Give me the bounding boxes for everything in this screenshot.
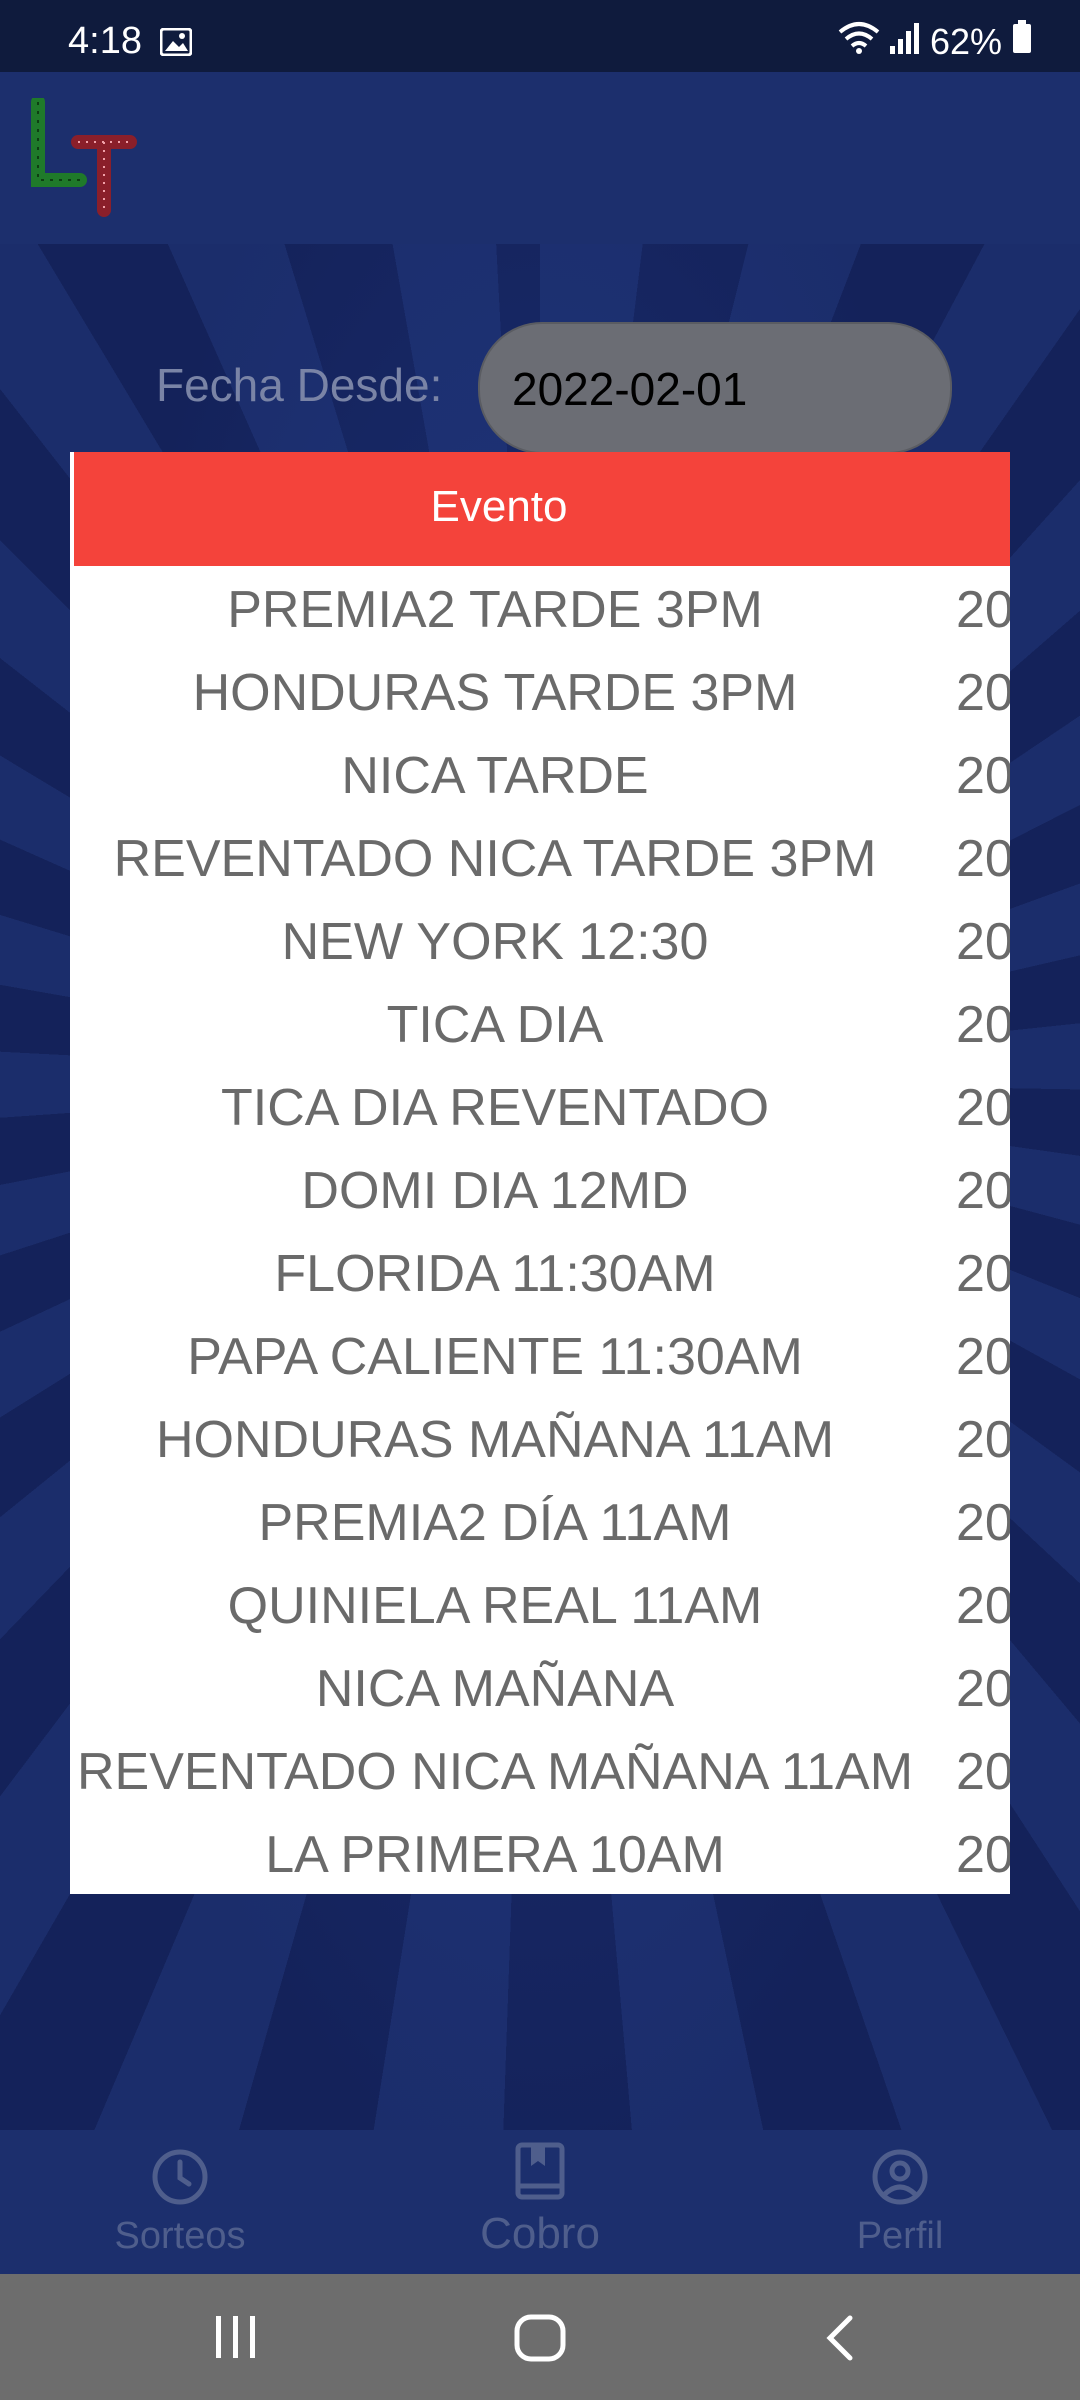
event-dialog: Evento PREMIA2 TARDE 3PM 20 HONDURAS TARD… [70,452,1010,1894]
clock-icon [151,2149,209,2210]
event-date: 20 [956,1826,1010,1884]
list-item[interactable]: NEW YORK 12:30 20 [70,898,1010,981]
event-date: 20 [956,747,1010,805]
event-name: PREMIA2 TARDE 3PM [227,581,763,639]
event-name: NEW YORK 12:30 [281,913,709,971]
nav-sorteos-label: Sorteos [114,2215,246,2257]
list-item[interactable]: TICA DIA 20 [70,981,1010,1064]
wifi-icon [838,20,880,63]
event-name: HONDURAS TARDE 3PM [192,664,798,722]
date-from-label: Fecha Desde: [156,359,443,411]
event-name: DOMI DIA 12MD [301,1162,689,1220]
list-item[interactable]: NICA MAÑANA 20 [70,1645,1010,1728]
event-date: 20 [956,1328,1010,1386]
event-date: 20 [956,830,1010,888]
nav-sorteos[interactable]: Sorteos [60,2148,300,2258]
recent-apps-icon[interactable] [212,2314,260,2365]
event-name: REVENTADO NICA MAÑANA 11AM [76,1743,914,1801]
event-date: 20 [956,1162,1010,1220]
signal-icon [889,21,920,63]
user-circle-icon [871,2149,929,2210]
battery-icon [1012,20,1032,63]
book-icon [515,2142,565,2204]
event-date: 20 [956,664,1010,722]
list-item[interactable]: HONDURAS TARDE 3PM 20 [70,649,1010,732]
date-from-field[interactable]: 2022-02-01 [478,322,952,454]
event-name: HONDURAS MAÑANA 11AM [155,1411,835,1469]
nav-cobro[interactable]: Cobro [420,2142,660,2259]
home-icon[interactable] [514,2314,566,2367]
list-item[interactable]: HONDURAS MAÑANA 11AM 20 [70,1396,1010,1479]
column-header-evento: Evento [430,482,568,531]
list-item[interactable]: FLORIDA 11:30AM 20 [70,1230,1010,1313]
event-date: 20 [956,996,1010,1054]
event-list: PREMIA2 TARDE 3PM 20 HONDURAS TARDE 3PM 20… [70,566,1010,1894]
list-item[interactable]: PREMIA2 TARDE 3PM 20 [70,566,1010,649]
nav-perfil-label: Perfil [856,2215,944,2257]
event-date: 20 [956,1411,1010,1469]
event-name: PAPA CALIENTE 11:30AM [187,1328,803,1386]
status-bar: 4:18 62% [0,0,1080,72]
status-indicators: 62% [838,20,1032,63]
event-name: TICA DIA REVENTADO [220,1079,770,1137]
gallery-notification-icon [159,27,193,61]
event-date: 20 [956,581,1010,639]
list-item[interactable]: QUINIELA REAL 11AM 20 [70,1562,1010,1645]
dialog-header: Evento [74,452,1010,566]
event-name: NICA MAÑANA [315,1660,675,1718]
event-name: REVENTADO NICA TARDE 3PM [113,830,877,888]
list-item[interactable]: TICA DIA REVENTADO 20 [70,1064,1010,1147]
event-date: 20 [956,1577,1010,1635]
list-item[interactable]: PAPA CALIENTE 11:30AM 20 [70,1313,1010,1396]
date-from-value: 2022-02-01 [512,363,748,415]
event-name: LA PRIMERA 10AM [265,1826,725,1884]
event-date: 20 [956,1494,1010,1552]
battery-level: 62% [929,20,1002,62]
list-item[interactable]: PREMIA2 DÍA 11AM 20 [70,1479,1011,1562]
event-name: TICA DIA [386,996,604,1054]
event-date: 20 [956,1079,1010,1137]
event-date: 20 [956,913,1010,971]
event-date: 20 [956,1660,1010,1718]
bottom-navigation: Sorteos Cobro Perfil [0,2130,1080,2274]
app-logo [30,95,140,223]
event-name: NICA TARDE [341,747,649,805]
event-name: PREMIA2 DÍA 11AM [258,1494,732,1552]
nav-perfil[interactable]: Perfil [780,2148,1020,2258]
nav-cobro-label: Cobro [480,2209,600,2258]
list-item[interactable]: LA PRIMERA 10AM 20 [70,1811,1010,1894]
list-item[interactable]: NICA TARDE 20 [70,732,1010,815]
event-name: FLORIDA 11:30AM [274,1245,716,1303]
back-icon[interactable] [822,2314,858,2367]
list-item[interactable]: REVENTADO NICA TARDE 3PM 20 [70,815,1010,898]
status-time: 4:18 [68,20,142,62]
event-name: QUINIELA REAL 11AM [227,1577,763,1635]
event-date: 20 [956,1245,1010,1303]
event-date: 20 [956,1743,1010,1801]
list-item[interactable]: DOMI DIA 12MD 20 [70,1147,1010,1230]
app-bar [0,72,1080,244]
list-item[interactable]: REVENTADO NICA MAÑANA 11AM 20 [70,1728,1010,1811]
system-navigation-bar [0,2274,1080,2400]
